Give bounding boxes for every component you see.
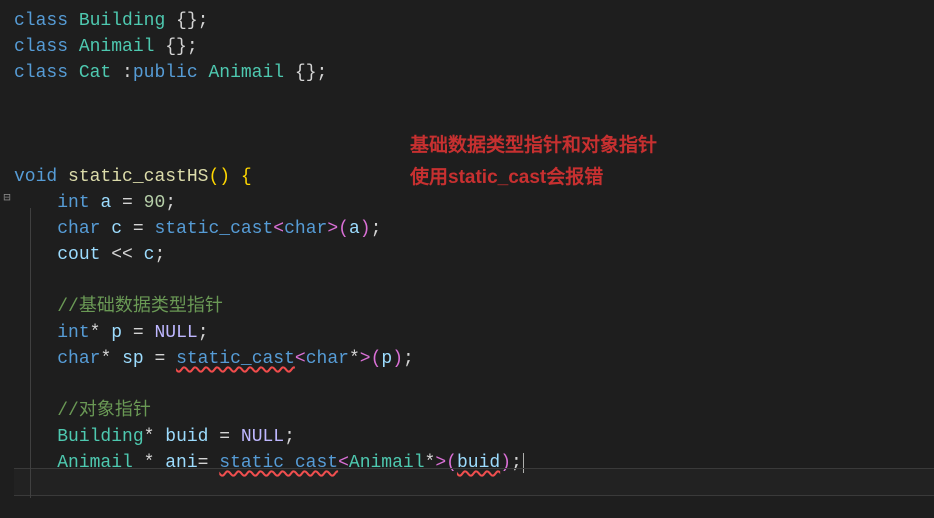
code-line: class Animail {};: [14, 34, 934, 60]
code-line: class Building {};: [14, 8, 934, 34]
code-line: class Cat :public Animail {};: [14, 60, 934, 86]
annotation-text-1: 基础数据类型指针和对象指针: [410, 131, 657, 161]
code-line: Building* buid = NULL;: [14, 424, 934, 450]
code-content[interactable]: class Building {}; class Animail {}; cla…: [14, 8, 934, 476]
code-line: char* sp = static_cast<char*>(p);: [14, 346, 934, 372]
indent-guide: [30, 208, 31, 498]
code-line: //基础数据类型指针: [14, 294, 934, 320]
gutter: ⊟: [0, 8, 14, 484]
annotation-text-2: 使用static_cast会报错: [410, 163, 603, 193]
code-line-empty: [14, 372, 934, 398]
fold-collapse-icon[interactable]: ⊟: [0, 190, 14, 207]
code-line: //对象指针: [14, 398, 934, 424]
code-line: int* p = NULL;: [14, 320, 934, 346]
code-line: int a = 90;: [14, 190, 934, 216]
code-line-empty: [14, 86, 934, 112]
code-line-empty: [14, 268, 934, 294]
code-line: char c = static_cast<char>(a);: [14, 216, 934, 242]
active-line-highlight: [14, 468, 934, 496]
code-line: cout << c;: [14, 242, 934, 268]
code-editor[interactable]: ⊟ 基础数据类型指针和对象指针 使用static_cast会报错 class B…: [0, 0, 934, 476]
